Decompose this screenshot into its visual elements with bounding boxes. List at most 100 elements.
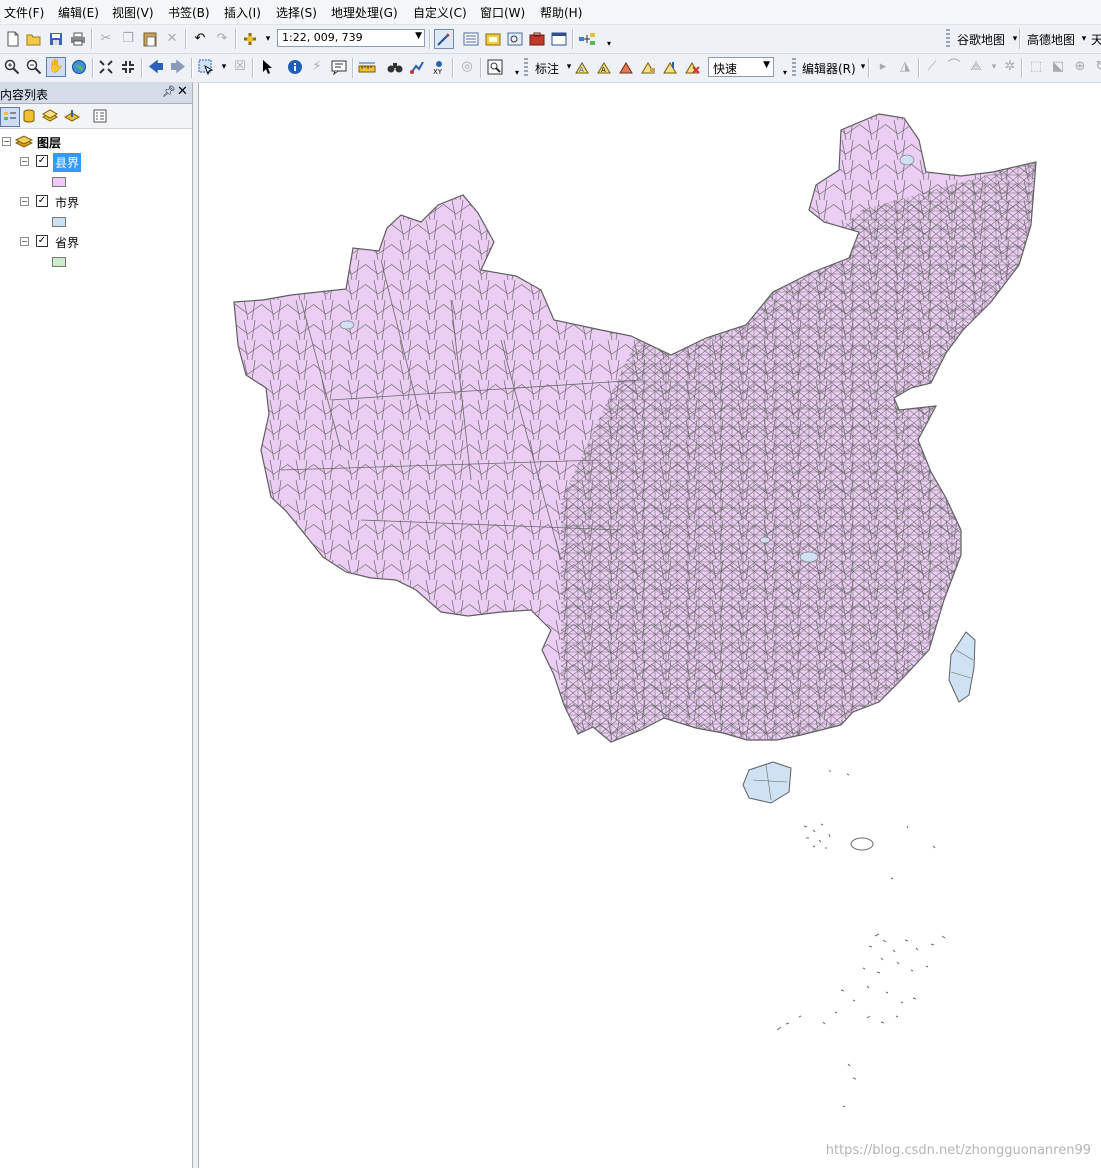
chevron-down-icon[interactable]: ▼ bbox=[763, 60, 770, 70]
county-boundaries bbox=[234, 114, 1036, 742]
back-extent-icon[interactable]: 🡄 bbox=[147, 58, 165, 76]
zoom-out-icon[interactable] bbox=[25, 58, 43, 76]
layer-county-swatch[interactable] bbox=[52, 177, 66, 187]
fixed-zoom-out-icon[interactable] bbox=[119, 58, 137, 76]
layer-province-swatch[interactable] bbox=[52, 257, 66, 267]
open-folder-icon[interactable] bbox=[25, 30, 43, 48]
label-quality-select[interactable]: 快速 ▼ bbox=[708, 57, 774, 77]
menu-selection[interactable]: 选择(S) bbox=[276, 4, 317, 21]
menu-bookmarks[interactable]: 书签(B) bbox=[168, 4, 210, 21]
full-extent-icon[interactable] bbox=[70, 58, 88, 76]
menu-help[interactable]: 帮助(H) bbox=[540, 4, 582, 21]
table-of-contents-icon[interactable] bbox=[462, 30, 480, 48]
clear-selection-icon[interactable]: ☒ bbox=[231, 58, 249, 76]
catalog-icon[interactable] bbox=[484, 30, 502, 48]
arctoolbox-icon[interactable] bbox=[528, 30, 546, 48]
edit-vertices-icon[interactable]: ✲ bbox=[1001, 58, 1019, 76]
basemap-gaode-menu[interactable]: 高德地图 bbox=[1027, 31, 1075, 48]
select-features-icon[interactable] bbox=[197, 58, 215, 76]
menu-customize[interactable]: 自定义(C) bbox=[413, 4, 467, 21]
end-point-arc-icon[interactable]: ⌒ bbox=[945, 58, 963, 76]
pan-hand-icon[interactable]: ✋ bbox=[46, 57, 66, 77]
basemap-tian-menu[interactable]: 天 bbox=[1091, 31, 1101, 48]
menu-insert[interactable]: 插入(I) bbox=[224, 4, 261, 21]
layer-city-label[interactable]: 市界 bbox=[53, 193, 81, 212]
fixed-zoom-in-icon[interactable] bbox=[97, 58, 115, 76]
label-manager-icon[interactable]: A bbox=[573, 58, 591, 76]
layer-visibility-checkbox[interactable]: ✓ bbox=[36, 195, 48, 207]
reshape-feature-icon[interactable]: ⬚ bbox=[1027, 58, 1045, 76]
create-viewer-window-icon[interactable] bbox=[486, 58, 504, 76]
model-builder-icon[interactable] bbox=[578, 30, 596, 48]
menu-edit[interactable]: 编辑(E) bbox=[58, 4, 99, 21]
labeling-menu[interactable]: 标注 bbox=[535, 60, 559, 77]
go-to-xy-icon[interactable]: XY bbox=[430, 58, 448, 76]
straight-segment-icon[interactable]: ⟋ bbox=[923, 58, 941, 76]
lock-labels-icon[interactable] bbox=[639, 58, 657, 76]
layer-province-label[interactable]: 省界 bbox=[53, 233, 81, 252]
trace-icon[interactable]: ⟁ bbox=[967, 58, 985, 76]
time-slider-icon[interactable]: ◎ bbox=[458, 58, 476, 76]
split-tool-icon[interactable]: ⊕ bbox=[1071, 58, 1089, 76]
menu-window[interactable]: 窗口(W) bbox=[480, 4, 525, 21]
add-data-dropdown-icon[interactable]: ▾ bbox=[259, 30, 277, 48]
measure-icon[interactable] bbox=[358, 58, 376, 76]
edit-tool-icon[interactable]: ▸ bbox=[874, 58, 892, 76]
copy-icon[interactable]: ❐ bbox=[119, 30, 137, 48]
list-by-source-icon[interactable] bbox=[20, 107, 38, 125]
identify-icon[interactable] bbox=[286, 58, 304, 76]
edit-annotation-icon[interactable]: ◮ bbox=[896, 58, 914, 76]
chevron-down-icon[interactable]: ▾ bbox=[1006, 30, 1024, 48]
chevron-down-icon[interactable]: ▼ bbox=[415, 31, 422, 41]
collapse-icon[interactable]: − bbox=[20, 157, 29, 166]
find-binoculars-icon[interactable] bbox=[386, 58, 404, 76]
undo-icon[interactable]: ↶ bbox=[191, 30, 209, 48]
cut-polygons-icon[interactable]: ⬕ bbox=[1049, 58, 1067, 76]
paste-icon[interactable] bbox=[141, 30, 159, 48]
layer-visibility-checkbox[interactable]: ✓ bbox=[36, 155, 48, 167]
layer-county-label[interactable]: 县界 bbox=[53, 153, 82, 172]
html-popup-icon[interactable] bbox=[330, 58, 348, 76]
collapse-icon[interactable]: − bbox=[20, 197, 29, 206]
pause-labeling-icon[interactable] bbox=[683, 58, 701, 76]
label-weight-icon[interactable] bbox=[617, 58, 635, 76]
label-priority-icon[interactable]: A bbox=[595, 58, 613, 76]
save-icon[interactable] bbox=[47, 30, 65, 48]
editor-toolbar-icon[interactable] bbox=[434, 29, 454, 49]
layer-visibility-checkbox[interactable]: ✓ bbox=[36, 235, 48, 247]
collapse-icon[interactable]: − bbox=[2, 137, 11, 146]
close-icon[interactable]: ✕ bbox=[177, 84, 188, 99]
new-document-icon[interactable] bbox=[4, 30, 22, 48]
list-by-visibility-icon[interactable] bbox=[41, 107, 59, 125]
toolbar-overflow-icon[interactable]: ▾ bbox=[600, 35, 618, 53]
select-elements-arrow-icon[interactable] bbox=[258, 58, 276, 76]
python-window-icon[interactable] bbox=[550, 30, 568, 48]
search-window-icon[interactable] bbox=[506, 30, 524, 48]
find-route-icon[interactable] bbox=[408, 58, 426, 76]
print-icon[interactable] bbox=[69, 30, 87, 48]
map-scale-input[interactable]: 1:22, 009, 739 ▼ bbox=[277, 29, 425, 47]
map-view[interactable] bbox=[198, 83, 1101, 1168]
add-data-icon[interactable] bbox=[241, 30, 259, 48]
options-icon[interactable] bbox=[91, 107, 109, 125]
cut-icon[interactable]: ✂ bbox=[97, 30, 115, 48]
list-by-selection-icon[interactable] bbox=[63, 107, 81, 125]
list-by-drawing-order-icon[interactable] bbox=[0, 107, 20, 127]
pin-icon[interactable]: 📌︎ bbox=[162, 85, 176, 98]
layers-root-label[interactable]: 图层 bbox=[35, 133, 63, 152]
lake-shape bbox=[759, 536, 771, 544]
forward-extent-icon[interactable]: 🡆 bbox=[169, 58, 187, 76]
rotate-tool-icon[interactable]: ↻ bbox=[1092, 58, 1101, 76]
editor-menu[interactable]: 编辑器(R) bbox=[802, 60, 856, 77]
basemap-google-menu[interactable]: 谷歌地图 bbox=[957, 31, 1005, 48]
collapse-icon[interactable]: − bbox=[20, 237, 29, 246]
delete-icon[interactable]: ✕ bbox=[163, 30, 181, 48]
zoom-in-icon[interactable] bbox=[3, 58, 21, 76]
view-unplaced-labels-icon[interactable] bbox=[661, 58, 679, 76]
hyperlink-icon[interactable]: ⚡ bbox=[308, 58, 326, 76]
menu-file[interactable]: 文件(F) bbox=[4, 4, 44, 21]
menu-view[interactable]: 视图(V) bbox=[112, 4, 154, 21]
layer-city-swatch[interactable] bbox=[52, 217, 66, 227]
redo-icon[interactable]: ↷ bbox=[213, 30, 231, 48]
menu-geoprocessing[interactable]: 地理处理(G) bbox=[331, 4, 398, 21]
